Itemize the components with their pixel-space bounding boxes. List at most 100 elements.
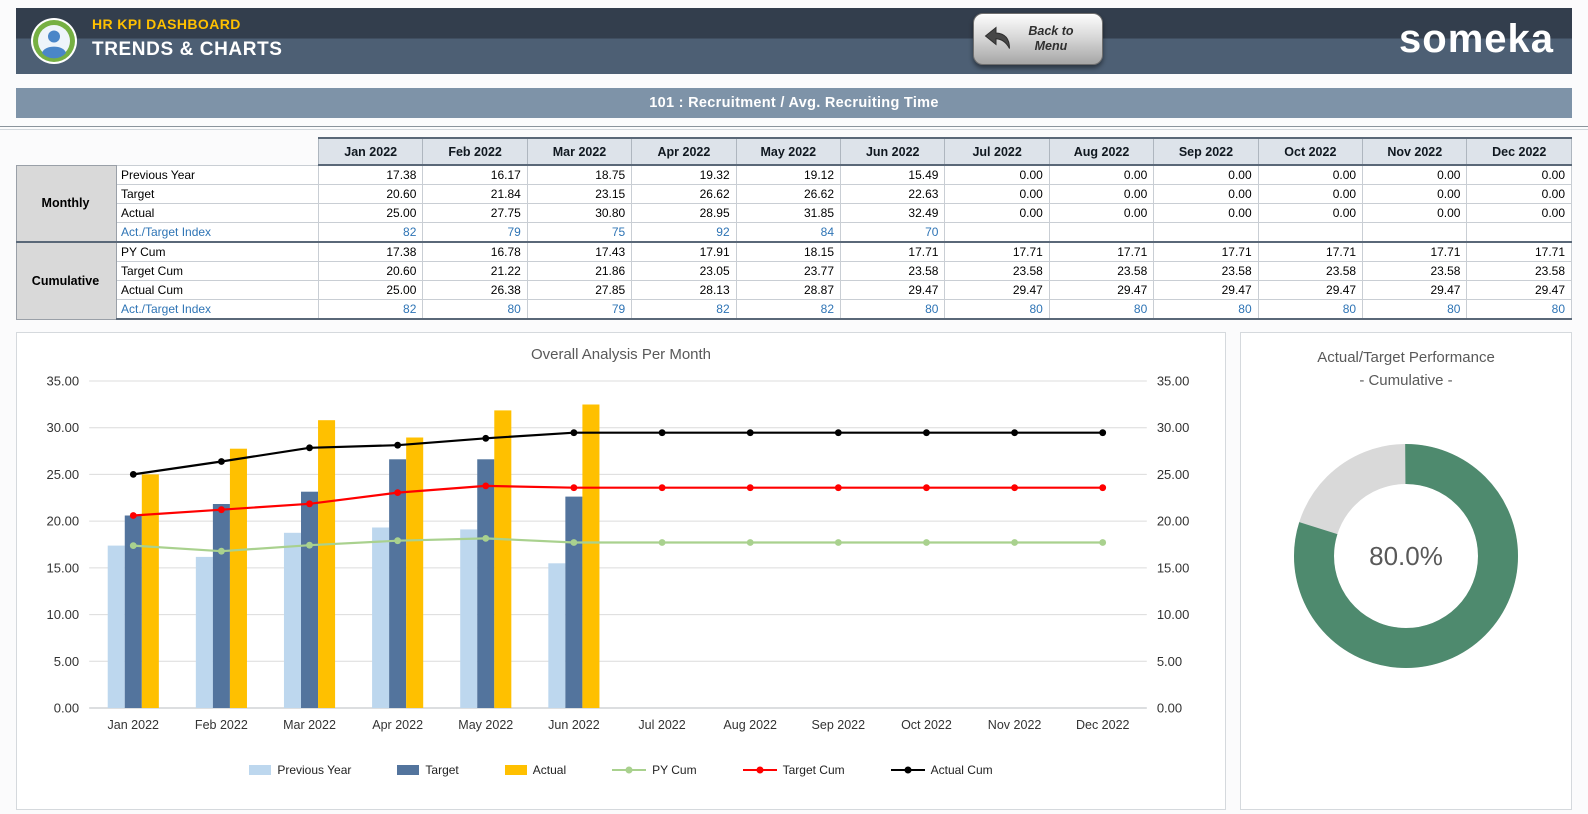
table-cell: 23.58 <box>1466 261 1572 281</box>
table-cell: 19.32 <box>631 164 737 185</box>
line-series <box>133 537 1103 553</box>
table-cell: 29.47 <box>1362 280 1468 300</box>
legend-swatch <box>890 766 925 774</box>
row-label: Actual Cum <box>116 280 319 300</box>
line-marker <box>834 484 842 492</box>
table-row: Cumulative PY Cum 17.38 16.78 17.43 17.91 18.1… <box>16 241 1572 320</box>
line-marker <box>129 542 137 549</box>
table-cell <box>1257 222 1364 243</box>
row-label: Target Cum <box>116 261 319 281</box>
line-marker <box>746 484 754 492</box>
x-tick-label: Aug 2022 <box>723 718 777 732</box>
y-tick-label-left: 20.00 <box>47 514 80 529</box>
table-cell: 0.00 <box>1153 184 1259 204</box>
table-cell: 80 <box>1048 299 1155 320</box>
y-tick-label-left: 5.00 <box>54 654 79 669</box>
y-tick-label-right: 20.00 <box>1157 514 1190 529</box>
table-cell: 25.00 <box>317 280 424 300</box>
line-marker <box>129 471 137 478</box>
back-to-menu-label: Back to Menu <box>1028 24 1074 53</box>
bar <box>107 545 125 708</box>
bar <box>318 420 336 708</box>
row-label: Act./Target Index <box>116 222 319 243</box>
table-cell: 26.62 <box>735 184 842 204</box>
line-marker <box>217 547 225 555</box>
table-cell: 18.75 <box>526 164 633 185</box>
app-header: HR KPI DASHBOARD TRENDS & CHARTS Back to… <box>16 8 1572 74</box>
table-cell: 17.71 <box>1362 241 1468 262</box>
legend-swatch <box>742 766 777 774</box>
table-cell: 75 <box>526 222 633 243</box>
x-tick-label: Nov 2022 <box>988 718 1042 732</box>
table-cell: 80 <box>944 299 1050 320</box>
section-title: 101 : Recruitment / Avg. Recruiting Time <box>649 95 939 111</box>
table-cell: 28.95 <box>631 203 737 223</box>
table-cell: 29.47 <box>1153 280 1259 300</box>
table-row: Act./Target Index 82 80 79 82 82 80 80 80 80 80 80 8… <box>17 299 1572 320</box>
table-corner <box>17 138 319 165</box>
table-cell: 0.00 <box>1153 203 1259 223</box>
table-cell: 21.84 <box>422 184 528 204</box>
x-tick-label: Oct 2022 <box>901 718 952 732</box>
table-cell: 17.71 <box>1153 241 1259 262</box>
bar <box>582 404 600 708</box>
hr-avatar-logo-icon <box>30 17 78 65</box>
table-cell: 23.58 <box>944 261 1050 281</box>
kpi-table-head: Jan 2022 Feb 2022 Mar 2022 Apr 2022 May 2022… <box>17 137 1572 166</box>
legend-label: PY Cum <box>652 763 697 777</box>
table-cell: 23.58 <box>840 261 946 281</box>
line-marker <box>129 512 137 519</box>
x-tick-label: Apr 2022 <box>372 718 423 732</box>
x-tick-label: Jun 2022 <box>548 718 600 732</box>
y-tick-label-right: 0.00 <box>1157 701 1182 716</box>
group-label: Monthly <box>16 164 117 243</box>
table-cell <box>944 222 1050 243</box>
row-label: Act./Target Index <box>116 299 319 320</box>
bar <box>565 496 583 708</box>
table-cell: 17.71 <box>944 241 1050 262</box>
table-cell: 79 <box>526 299 633 320</box>
line-marker <box>1011 429 1018 437</box>
month-header: Mar 2022 <box>526 137 633 166</box>
table-cell: 17.38 <box>317 164 424 185</box>
line-marker <box>658 484 666 492</box>
group-label: Cumulative <box>16 241 117 320</box>
bar <box>389 459 407 708</box>
table-cell: 84 <box>735 222 842 243</box>
x-tick-label: Mar 2022 <box>283 718 336 732</box>
x-tick-label: Sep 2022 <box>812 718 866 732</box>
table-cell: 82 <box>735 299 842 320</box>
line-marker <box>482 535 490 542</box>
legend-item: Target <box>397 763 459 777</box>
month-header: Jul 2022 <box>944 137 1050 166</box>
table-cell <box>1362 222 1468 243</box>
combo-chart-title: Overall Analysis Per Month <box>530 346 712 363</box>
table-cell: 23.58 <box>1153 261 1259 281</box>
back-to-menu-button[interactable]: Back to Menu <box>972 13 1103 65</box>
row-label: Target <box>116 184 319 204</box>
legend-item: PY Cum <box>612 763 697 777</box>
line-marker <box>746 539 754 546</box>
table-cell: 80 <box>1466 299 1572 320</box>
combo-chart: 0.00 0.00 5.00 5.00 10.00 10.00 15.00 15.00 20.0… <box>47 374 1190 732</box>
line-marker <box>570 484 578 492</box>
table-cell: 0.00 <box>1257 203 1364 223</box>
month-header: Oct 2022 <box>1257 137 1364 166</box>
kpi-table-body: Monthly Previous Year 17.38 16.17 18.75 19.32… <box>16 164 1572 320</box>
combo-legend: Previous Year Target Actual PY Cum Target Cu… <box>17 763 1225 777</box>
table-cell: 22.63 <box>840 184 946 204</box>
legend-label: Target Cum <box>782 763 845 777</box>
y-tick-label-right: 15.00 <box>1157 560 1190 575</box>
app-title: HR KPI DASHBOARD <box>92 16 241 32</box>
table-cell: 20.60 <box>317 184 424 204</box>
line-marker <box>1099 484 1107 492</box>
someka-logo[interactable]: someka <box>1399 15 1554 63</box>
y-tick-label-left: 10.00 <box>47 607 80 622</box>
line-marker <box>923 484 930 492</box>
bar <box>212 504 230 708</box>
line-series <box>133 431 1103 476</box>
line-marker <box>658 539 666 546</box>
avatar-icon <box>31 18 77 64</box>
table-row: Target 20.60 21.84 23.15 26.62 26.62 22.63 0.00… <box>17 184 1572 204</box>
table-cell: 0.00 <box>944 184 1050 204</box>
